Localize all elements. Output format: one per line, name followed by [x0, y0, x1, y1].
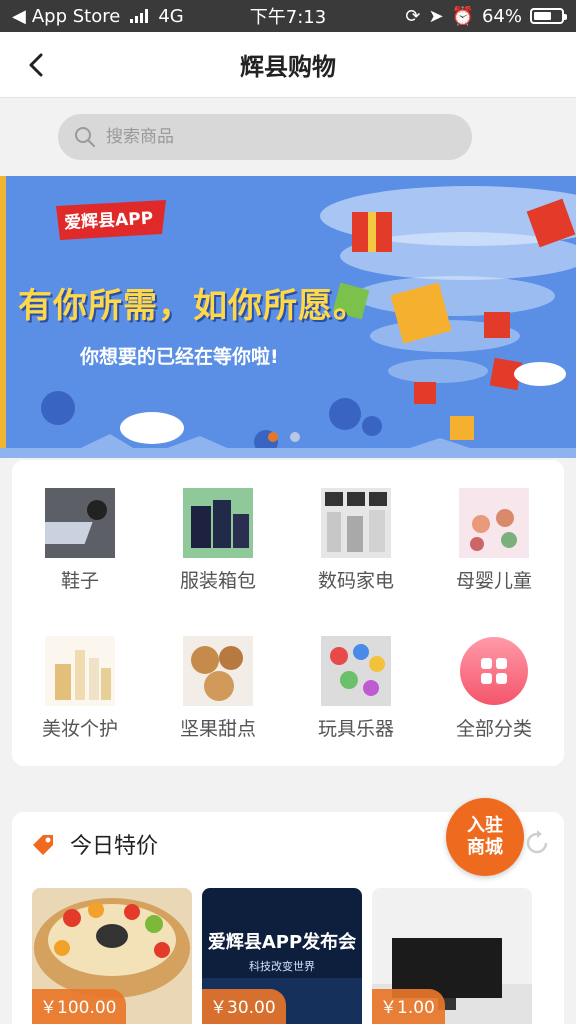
banner-tag-label: 爱辉县APP: [63, 208, 154, 234]
category-item-all[interactable]: 全部分类: [434, 636, 554, 756]
network-label: 4G: [158, 5, 184, 27]
status-time: 下午7:13: [249, 7, 327, 28]
refresh-icon[interactable]: [522, 828, 552, 858]
back-arrow-small-icon: ◀: [12, 5, 26, 27]
battery-percent: 64%: [481, 5, 522, 27]
category-item-clothing-bags[interactable]: 服装箱包: [158, 488, 278, 608]
category-label: 全部分类: [455, 718, 532, 740]
product-price: ￥100.00: [32, 989, 127, 1024]
category-label: 数码家电: [317, 570, 394, 592]
page-title: 辉县购物: [240, 53, 336, 81]
price-tag-icon: [33, 835, 53, 855]
product-card-poster[interactable]: 爱辉县APP发布会 科技改变世界 ￥30.00: [202, 888, 362, 1024]
product-price: ￥1.00: [372, 989, 445, 1024]
join-mall-button[interactable]: 入驻 商城: [446, 798, 524, 876]
carrier-label[interactable]: App Store: [32, 6, 120, 27]
category-label: 坚果甜点: [179, 718, 256, 740]
product-card-monitor[interactable]: ￥1.00: [372, 888, 532, 1024]
join-mall-line2: 商城: [467, 837, 503, 858]
status-left: ◀ App Store 4G: [12, 6, 232, 27]
category-item-shoes[interactable]: 鞋子: [20, 488, 140, 608]
toys-photo-icon: [321, 636, 391, 706]
search-icon: [75, 127, 95, 147]
battery-fill: [534, 12, 551, 20]
poster-title: 爱辉县APP发布会: [207, 932, 357, 953]
product-price: ￥30.00: [202, 989, 286, 1024]
rotation-lock-icon: ⟳: [405, 5, 421, 27]
deals-title: 今日特价: [70, 834, 159, 859]
category-label: 玩具乐器: [317, 718, 394, 740]
category-label: 服装箱包: [179, 570, 256, 592]
category-grid: 鞋子 服装箱包 数码家电 母婴儿童 美妆个护 坚果甜点 玩具乐器 全部分类: [12, 460, 564, 766]
promo-banner[interactable]: 爱辉县APP 有你所需，如你所愿。 你想要的已经在等你啦!: [0, 176, 576, 458]
nuts-photo-icon: [183, 636, 253, 706]
battery-icon: [530, 8, 567, 24]
category-label: 鞋子: [60, 570, 99, 592]
category-item-digital[interactable]: 数码家电: [296, 488, 416, 608]
banner-subline: 你想要的已经在等你啦!: [80, 346, 279, 368]
back-button[interactable]: [22, 50, 52, 80]
search-bar[interactable]: [58, 114, 472, 160]
search-input[interactable]: [106, 127, 446, 147]
poster-subtitle: 科技改变世界: [249, 960, 315, 973]
appliances-photo-icon: [321, 488, 391, 558]
join-mall-line1: 入驻: [467, 815, 503, 836]
luggage-photo-icon: [183, 488, 253, 558]
nav-header: 辉县购物: [0, 32, 576, 98]
category-item-mother-baby[interactable]: 母婴儿童: [434, 488, 554, 608]
banner-pagination: [268, 432, 300, 442]
product-card-cake[interactable]: ￥100.00: [32, 888, 192, 1024]
category-item-beauty[interactable]: 美妆个护: [20, 636, 140, 756]
alarm-icon: ⏰: [451, 5, 474, 27]
category-label: 美妆个护: [41, 718, 118, 740]
status-right: ⟳ ➤ ⏰ 64%: [344, 5, 567, 27]
laptop-photo-icon: [45, 488, 115, 558]
status-bar: ◀ App Store 4G 下午7:13 ⟳ ➤ ⏰ 64%: [0, 0, 576, 32]
category-item-toys[interactable]: 玩具乐器: [296, 636, 416, 756]
category-item-snacks[interactable]: 坚果甜点: [158, 636, 278, 756]
cosmetics-photo-icon: [45, 636, 115, 706]
chevron-left-icon: [29, 53, 43, 77]
category-label: 母婴儿童: [455, 570, 532, 592]
grid-icon: [460, 637, 528, 705]
kids-illustration-icon: [459, 488, 529, 558]
signal-icon: [130, 9, 149, 23]
banner-headline: 有你所需，如你所愿。: [18, 286, 368, 326]
location-icon: ➤: [428, 5, 444, 27]
banner-dot-1[interactable]: [268, 432, 278, 442]
banner-dot-2[interactable]: [290, 432, 300, 442]
